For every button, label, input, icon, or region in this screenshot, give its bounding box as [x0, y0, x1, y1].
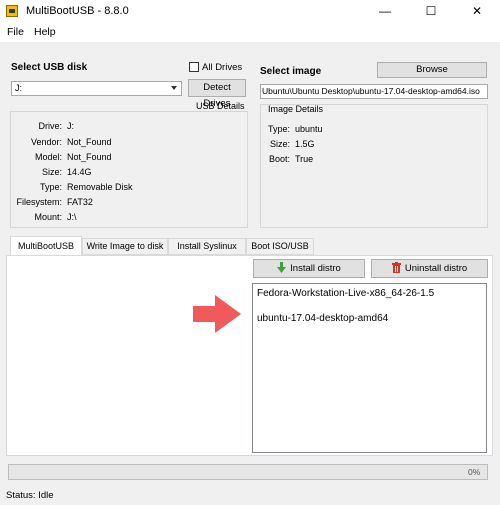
image-path-field[interactable]: Ubuntu\Ubuntu Desktop\ubuntu-17.04-deskt… [260, 84, 488, 99]
close-button[interactable]: ✕ [454, 0, 500, 22]
usb-type-value: Removable Disk [67, 182, 133, 192]
usb-model-value: Not_Found [67, 152, 112, 162]
all-drives-label: All Drives [202, 62, 243, 73]
image-type-value: ubuntu [295, 124, 323, 134]
usb-filesystem-label: Filesystem: [16, 197, 62, 207]
usb-mount-value: J:\ [67, 212, 77, 222]
usb-vendor-value: Not_Found [67, 137, 112, 147]
image-boot-label: Boot: [268, 154, 290, 164]
menu-file[interactable]: File [7, 26, 24, 38]
usb-vendor-label: Vendor: [30, 137, 62, 147]
usb-model-label: Model: [34, 152, 62, 162]
pointer-arrow-icon [193, 295, 241, 333]
menu-help[interactable]: Help [34, 26, 56, 38]
usb-details-title: USB Details [196, 101, 245, 111]
maximize-button[interactable]: ☐ [408, 0, 454, 22]
usb-drive-value: J: [67, 121, 75, 131]
install-distro-label: Install distro [290, 263, 341, 274]
usb-size-value: 14.4G [67, 167, 92, 177]
image-type-label: Type: [267, 124, 290, 134]
select-usb-label: Select USB disk [11, 62, 88, 73]
uninstall-distro-label: Uninstall distro [404, 263, 468, 274]
usb-type-label: Type: [39, 182, 62, 192]
trash-icon [391, 262, 401, 273]
list-item[interactable]: Fedora-Workstation-Live-x86_64-26-1.5 [257, 288, 434, 299]
app-icon [6, 5, 18, 17]
tab-write-image[interactable]: Write Image to disk [82, 238, 168, 255]
image-boot-value: True [295, 154, 314, 164]
usb-disk-select[interactable]: J: [11, 81, 182, 96]
download-arrow-icon [277, 262, 287, 273]
window-title: MultiBootUSB - 8.8.0 [26, 5, 129, 17]
select-image-label: Select image [260, 66, 322, 77]
tab-install-syslinux[interactable]: Install Syslinux [168, 238, 246, 255]
tab-multibootusb[interactable]: MultiBootUSB [10, 236, 82, 256]
installed-distros-list[interactable] [252, 283, 487, 453]
detect-drives-button[interactable]: Detect Drives [188, 79, 246, 109]
usb-filesystem-value: FAT32 [67, 197, 93, 207]
progress-percent: 0% [468, 467, 481, 477]
all-drives-checkbox[interactable] [189, 62, 199, 72]
progress-bar [8, 464, 488, 480]
image-size-value: 1.5G [295, 139, 315, 149]
uninstall-distro-button[interactable]: Uninstall distro [371, 259, 488, 278]
usb-disk-value: J: [15, 83, 23, 93]
usb-mount-label: Mount: [34, 212, 62, 222]
status-text: Status: Idle [6, 490, 54, 501]
usb-drive-label: Drive: [38, 121, 62, 131]
image-details-box [260, 104, 488, 228]
list-item[interactable]: ubuntu-17.04-desktop-amd64 [257, 313, 388, 324]
tab-boot-iso-usb[interactable]: Boot ISO/USB [246, 238, 314, 255]
minimize-button[interactable]: — [362, 0, 408, 22]
image-details-title: Image Details [268, 104, 324, 114]
install-distro-button[interactable]: Install distro [253, 259, 365, 278]
chevron-down-icon [171, 86, 177, 90]
usb-size-label: Size: [41, 167, 62, 177]
menu-bar [0, 22, 500, 42]
browse-button[interactable]: Browse [377, 62, 487, 78]
image-size-label: Size: [269, 139, 290, 149]
